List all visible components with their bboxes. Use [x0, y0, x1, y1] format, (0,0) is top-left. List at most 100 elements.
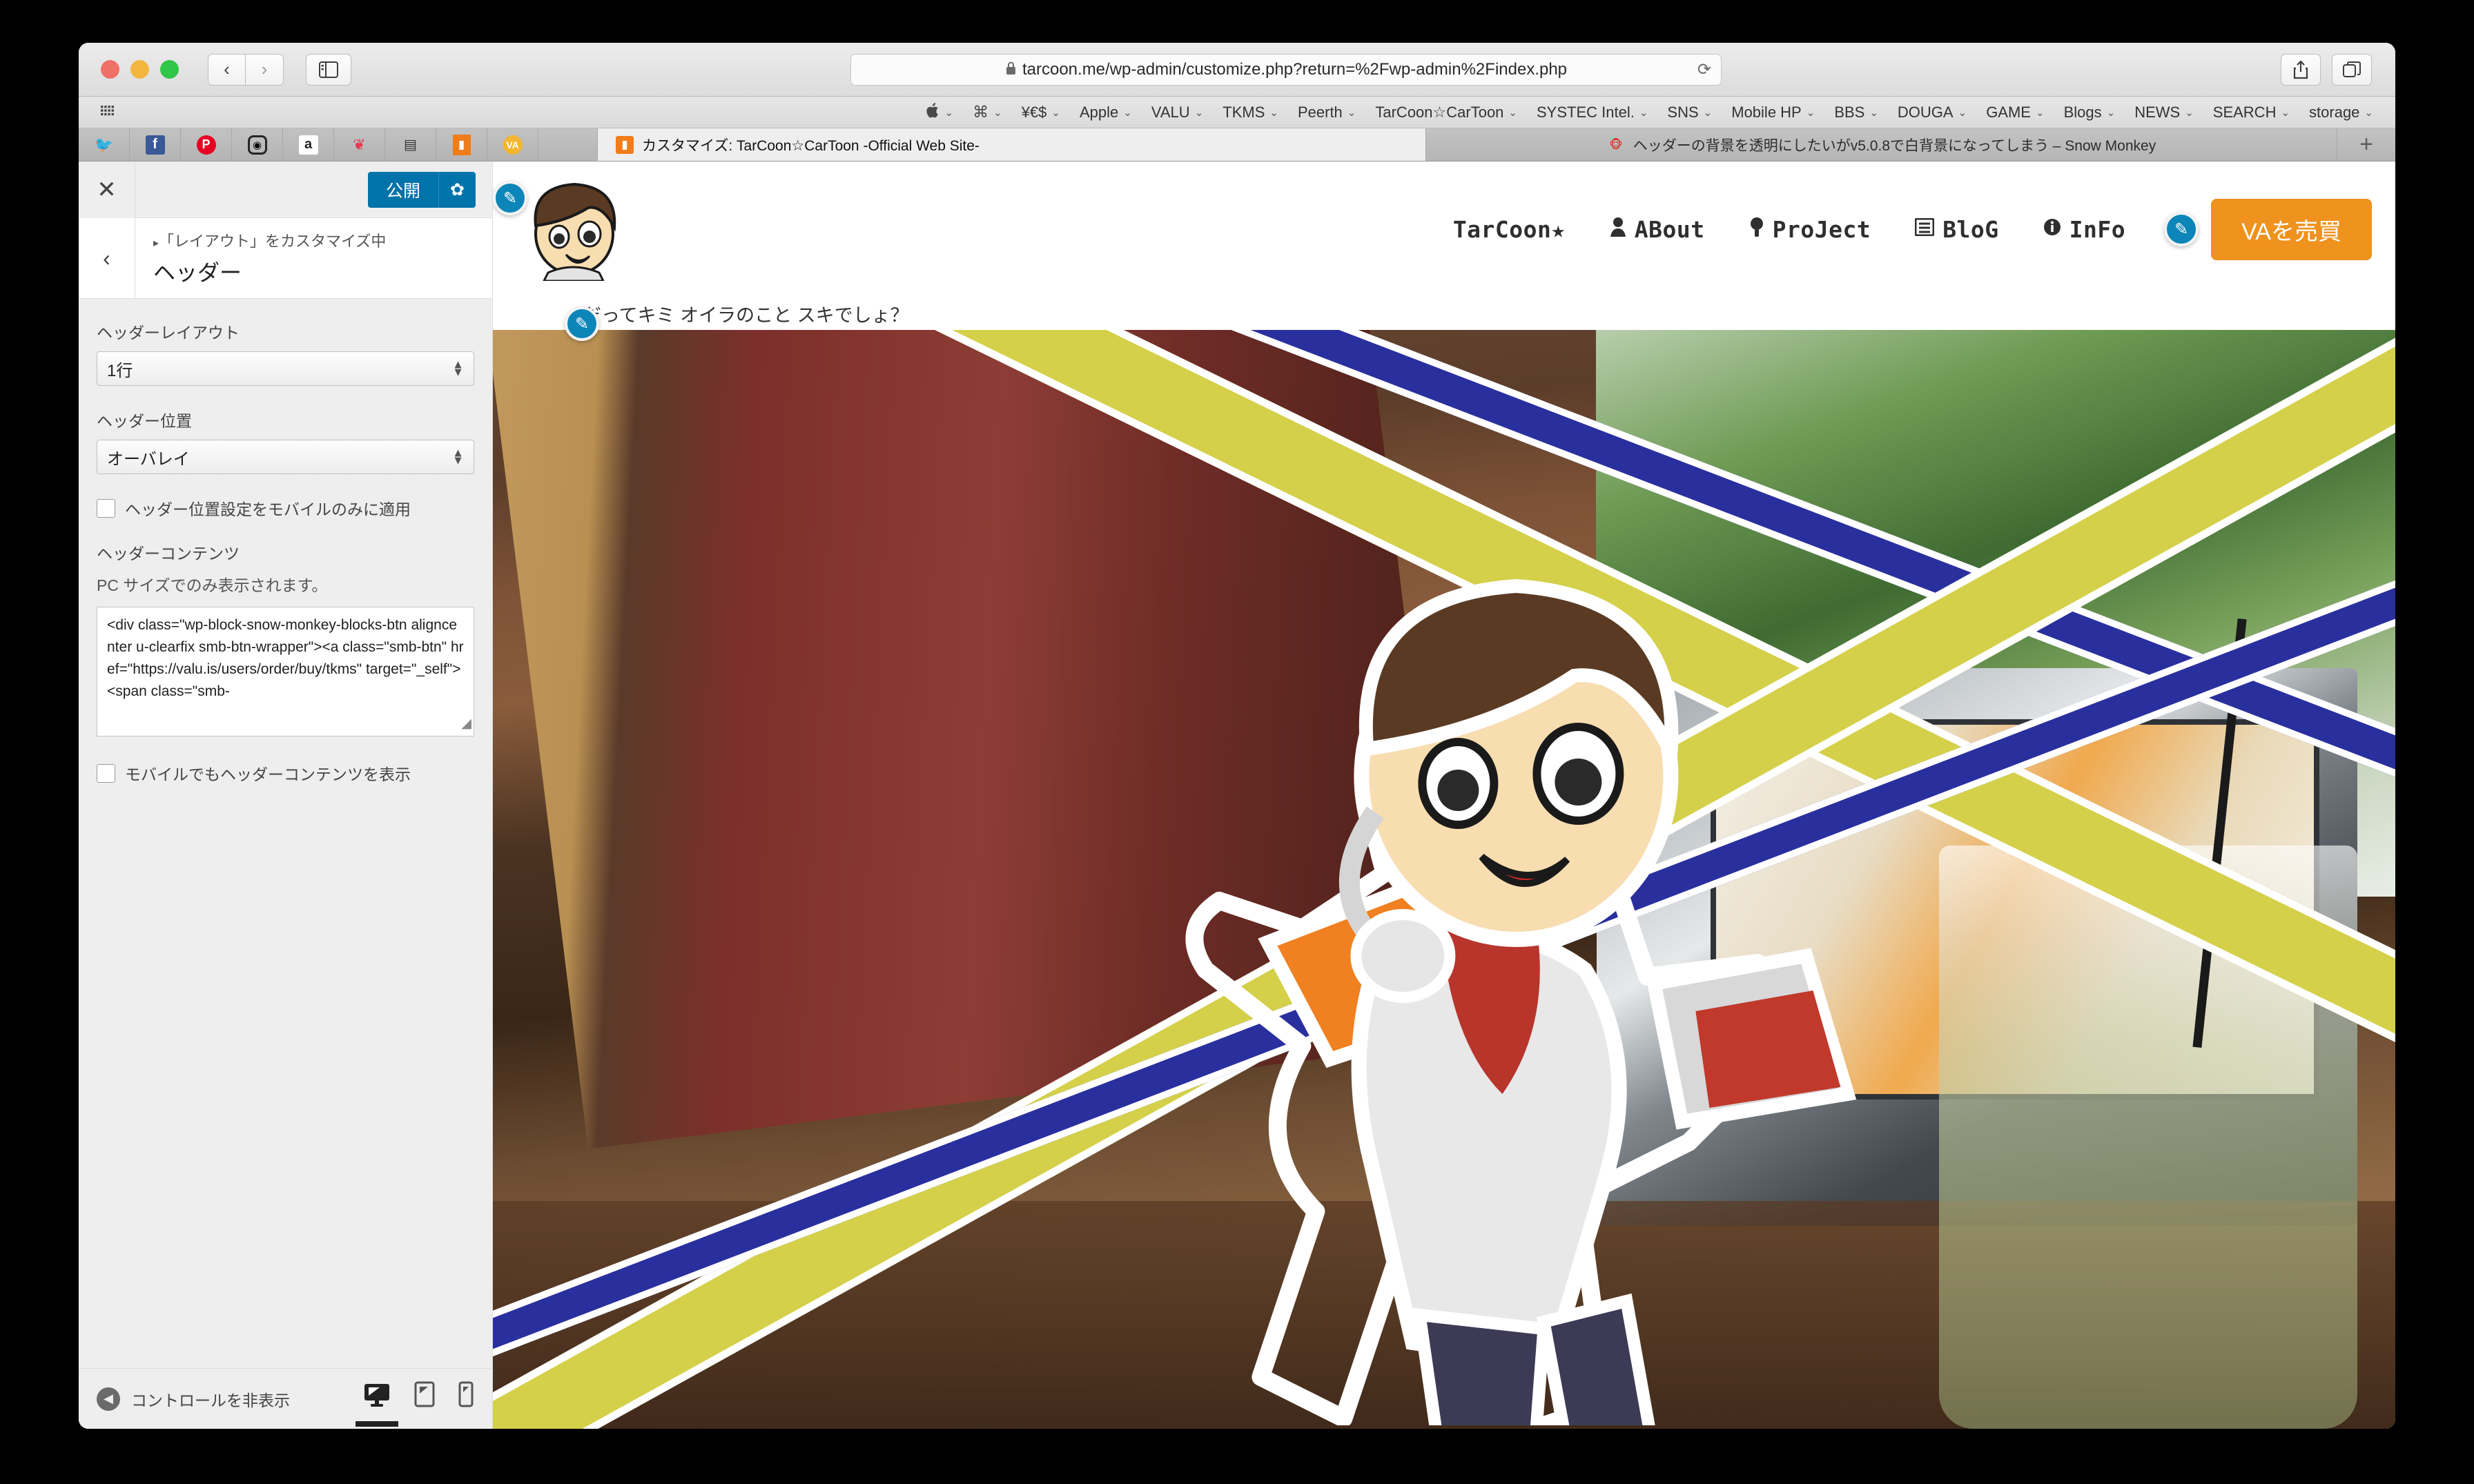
collapse-left-icon: ◀	[97, 1387, 120, 1411]
bookmark-item[interactable]: TKMS ⌄	[1213, 104, 1288, 121]
nav-item-project[interactable]: ProJect	[1749, 216, 1871, 243]
share-icon[interactable]	[2281, 54, 2321, 86]
twitter-favicon[interactable]: 🐦	[79, 128, 130, 161]
tab-bar: 🐦 f P ◉ a ❦ ▤ ▮ VA ▮ カスタマイズ: TarCoon☆Car…	[79, 128, 2395, 162]
zoom-window-button[interactable]	[160, 60, 179, 79]
toolbar-right-buttons	[2281, 54, 2372, 86]
forward-button[interactable]: ›	[246, 53, 284, 86]
camera-favicon[interactable]: ▤	[385, 128, 436, 161]
bookmark-grid[interactable]	[91, 105, 127, 119]
header-position-value: オーバレイ	[107, 449, 190, 469]
header-content-label: ヘッダーコンテンツ	[97, 545, 240, 563]
back-chevron-icon[interactable]: ‹	[79, 218, 135, 298]
nav-item-about[interactable]: ABout	[1610, 216, 1705, 243]
bookmark-item[interactable]: storage ⌄	[2299, 104, 2383, 121]
nav-item-tarcoon[interactable]: TarCoon★	[1453, 216, 1566, 243]
header-layout-value: 1行	[107, 361, 133, 380]
header-content-value: <div class="wp-block-snow-monkey-blocks-…	[107, 617, 464, 699]
bookmark-item[interactable]: NEWS ⌄	[2125, 104, 2203, 121]
pinterest-favicon[interactable]: P	[181, 128, 232, 161]
close-window-button[interactable]	[101, 60, 119, 79]
edit-pencil-icon[interactable]: ✎	[565, 306, 599, 341]
header-position-label: ヘッダー位置	[97, 412, 192, 430]
hide-controls-button[interactable]: ◀ コントロールを非表示	[97, 1387, 290, 1411]
bookmark-item[interactable]: SNS ⌄	[1657, 104, 1722, 121]
header-content-textarea[interactable]: <div class="wp-block-snow-monkey-blocks-…	[97, 607, 474, 736]
breadcrumb[interactable]: ▸「レイアウト」をカスタマイズ中	[153, 229, 386, 251]
valu-favicon[interactable]: VA	[487, 128, 538, 161]
tarcoon-character-illustration	[1102, 542, 1916, 1429]
bookmark-item[interactable]: GAME ⌄	[1976, 104, 2054, 121]
tab-title: カスタマイズ: TarCoon☆CarToon -Official Web Si…	[642, 137, 980, 154]
va-trade-button[interactable]: VAを売買	[2211, 198, 2372, 260]
amazon-favicon[interactable]: a	[283, 128, 334, 161]
chevron-down-icon: ⌄	[1703, 106, 1713, 119]
bookmark-item[interactable]: Peerth ⌄	[1288, 104, 1365, 121]
page-title: ヘッダー	[153, 260, 242, 285]
mobile-icon[interactable]	[458, 1381, 474, 1417]
nav-item-blog[interactable]: BloG	[1914, 216, 1998, 243]
bookmark-label: TKMS	[1223, 103, 1265, 121]
new-tab-button[interactable]: +	[2337, 128, 2395, 161]
bookmark-item[interactable]: DOUGA ⌄	[1888, 104, 1976, 121]
mobile-header-content-checkbox[interactable]	[97, 763, 115, 783]
site-header: ✎ TarCoon★ ABout ProJect BloG InFo ✎ VAを…	[493, 162, 2395, 297]
bookmark-item[interactable]: SEARCH ⌄	[2203, 104, 2299, 121]
person-icon	[1610, 217, 1626, 242]
reload-icon[interactable]: ⟳	[1697, 60, 1711, 80]
header-content-help: PC サイズでのみ表示されます。	[97, 576, 328, 594]
minimize-window-button[interactable]	[130, 60, 149, 79]
gear-icon[interactable]: ✿	[438, 171, 476, 208]
tarcoon-favicon[interactable]: ▮	[436, 128, 487, 161]
mobile-only-checkbox-label: ヘッダー位置設定をモバイルのみに適用	[125, 500, 411, 518]
bookmark-item[interactable]: VALU ⌄	[1142, 104, 1213, 121]
navigation-buttons: ‹ ›	[208, 53, 284, 86]
close-icon[interactable]: ✕	[79, 161, 135, 218]
resize-handle-icon[interactable]: ◢	[461, 714, 471, 734]
browser-tab[interactable]: 🐵 ヘッダーの背景を透明にしたいがv5.0.8で白背景になってしまう – Sno…	[1426, 128, 2337, 161]
bookmark-command[interactable]: ⌘ ⌄	[963, 103, 1012, 121]
window-traffic-lights	[101, 60, 179, 79]
bookmark-label: VALU	[1151, 103, 1190, 121]
site-logo[interactable]: ✎	[493, 162, 652, 297]
bookmark-item[interactable]: TarCoon☆CarToon ⌄	[1365, 104, 1527, 121]
bookmark-item[interactable]: ¥€$ ⌄	[1012, 104, 1070, 121]
instagram-favicon[interactable]: ◉	[232, 128, 283, 161]
bookmark-item[interactable]: SYSTEC Intel. ⌄	[1527, 104, 1657, 121]
mobile-only-checkbox[interactable]	[97, 498, 115, 518]
bookmark-item[interactable]: BBS ⌄	[1824, 104, 1888, 121]
bookmark-label: NEWS	[2134, 103, 2181, 121]
clover-favicon[interactable]: ❦	[334, 128, 385, 161]
nav-item-info[interactable]: InFo	[2043, 216, 2125, 243]
chevron-down-icon: ⌄	[1869, 106, 1878, 119]
bookmark-label: Blogs	[2063, 103, 2102, 121]
mobile-only-checkbox-row[interactable]: ヘッダー位置設定をモバイルのみに適用	[97, 496, 474, 520]
browser-tab-active[interactable]: ▮ カスタマイズ: TarCoon☆CarToon -Official Web …	[598, 128, 1426, 161]
edit-pencil-icon[interactable]: ✎	[2164, 212, 2199, 246]
tabs-overview-icon[interactable]	[2332, 54, 2372, 86]
header-position-select[interactable]: オーバレイ ▲ ▼	[97, 440, 474, 474]
back-button[interactable]: ‹	[208, 53, 246, 86]
bookmark-apple[interactable]: ⌄	[917, 102, 964, 123]
bookmark-item[interactable]: Blogs ⌄	[2054, 104, 2125, 121]
nav-label: ABout	[1634, 215, 1705, 243]
header-layout-select[interactable]: 1行 ▲ ▼	[97, 351, 474, 386]
chevron-down-icon: ⌄	[2281, 106, 2290, 119]
bookmark-label: Mobile HP	[1731, 103, 1802, 121]
hero-photo	[493, 162, 2395, 1429]
sidebar-icon[interactable]	[306, 53, 351, 86]
address-bar[interactable]: tarcoon.me/wp-admin/customize.php?return…	[850, 54, 1722, 86]
bookmark-item[interactable]: Apple ⌄	[1070, 104, 1142, 121]
chevron-updown-icon: ▲ ▼	[452, 446, 464, 467]
nav-label: TarCoon★	[1452, 215, 1566, 243]
mobile-header-content-checkbox-row[interactable]: モバイルでもヘッダーコンテンツを表示	[97, 761, 474, 785]
bookmark-item[interactable]: Mobile HP ⌄	[1722, 104, 1824, 121]
edit-pencil-icon[interactable]: ✎	[493, 181, 527, 215]
command-icon: ⌘	[973, 103, 989, 121]
facebook-favicon[interactable]: f	[130, 128, 181, 161]
tablet-icon[interactable]	[414, 1381, 435, 1417]
desktop-icon[interactable]	[363, 1383, 391, 1417]
publish-button[interactable]: 公開	[367, 171, 438, 208]
browser-toolbar: ‹ › tarcoon.me/wp-admin/customize.php?re…	[79, 43, 2395, 97]
bookmark-label: Peerth	[1297, 103, 1343, 121]
